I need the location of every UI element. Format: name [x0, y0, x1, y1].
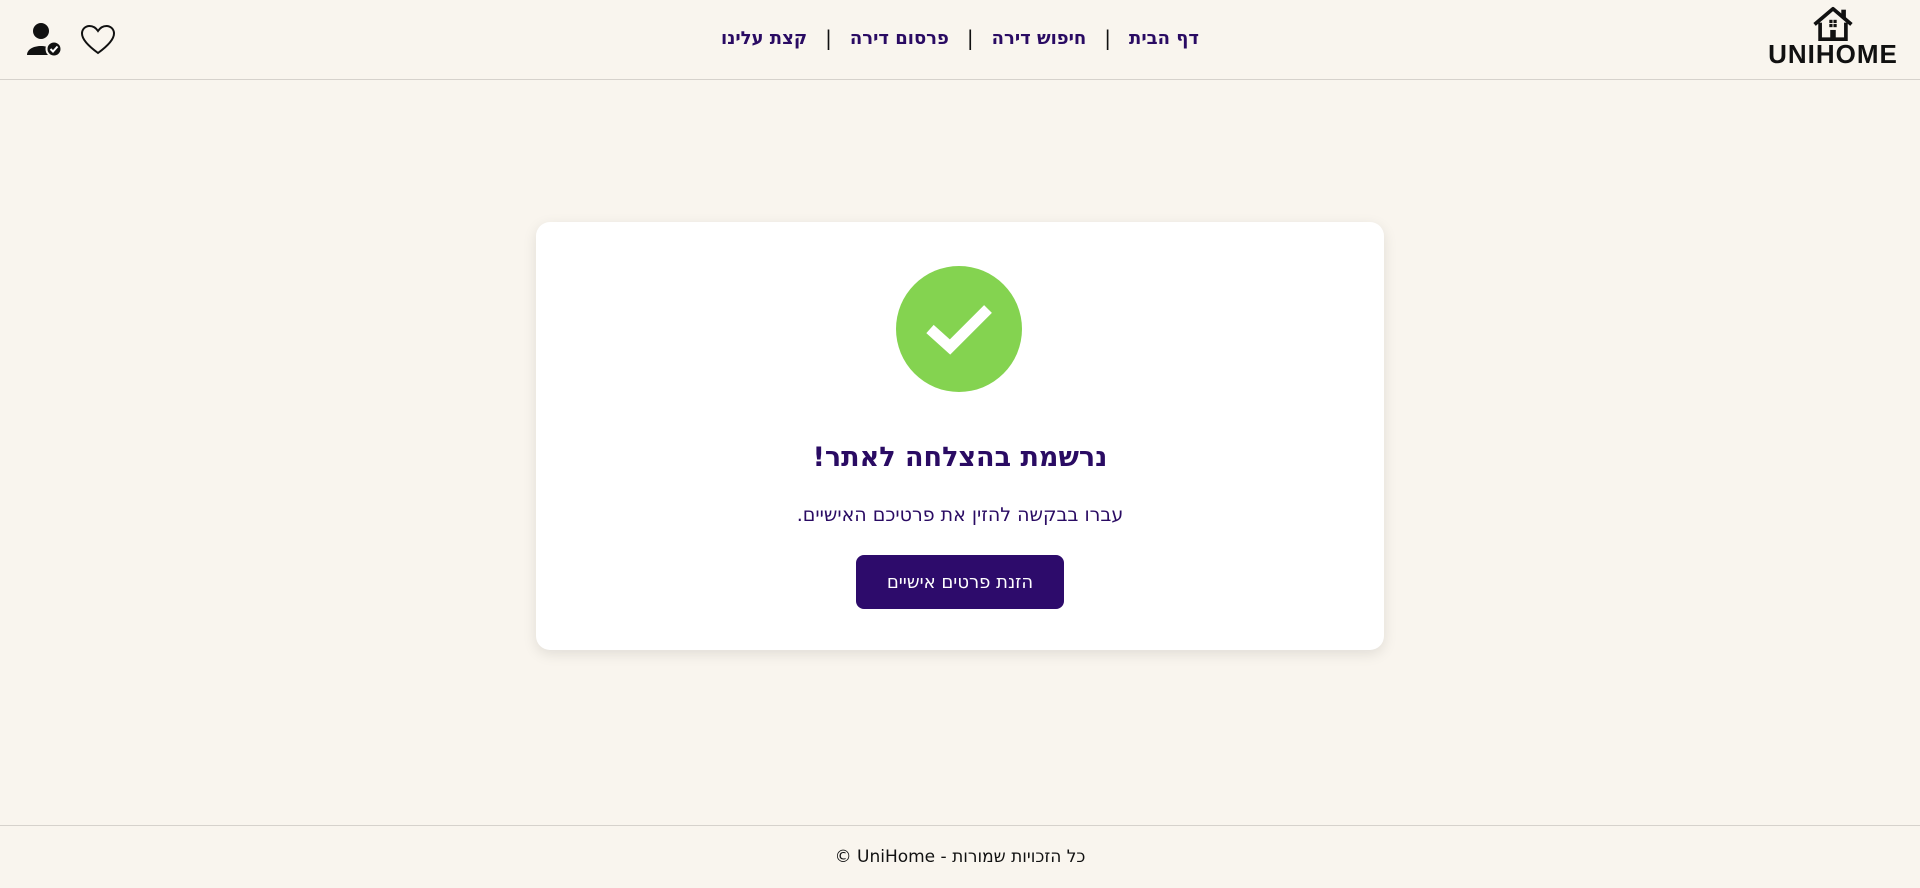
- nav-home[interactable]: דף הבית: [1129, 28, 1199, 49]
- nav-publish-apartment[interactable]: פרסום דירה: [850, 28, 949, 49]
- house-logo-icon: [1813, 6, 1853, 41]
- nav-separator: |: [1104, 26, 1112, 50]
- copyright-text: © UniHome - כל הזכויות שמורות: [834, 847, 1086, 867]
- logo-text: UNIHOME: [1768, 39, 1898, 69]
- success-card: נרשמת בהצלחה לאתר! עברו בבקשה להזין את פ…: [536, 222, 1384, 650]
- main-nav: דף הבית | חיפוש דירה | פרסום דירה | קצת …: [0, 26, 1920, 50]
- enter-personal-details-button[interactable]: הזנת פרטים אישיים: [856, 555, 1064, 609]
- check-icon: [896, 266, 1022, 392]
- success-title: נרשמת בהצלחה לאתר!: [812, 442, 1108, 473]
- nav-separator: |: [966, 26, 974, 50]
- site-logo[interactable]: UNIHOME: [1768, 6, 1898, 70]
- site-footer: © UniHome - כל הזכויות שמורות: [0, 825, 1920, 888]
- nav-about[interactable]: קצת עלינו: [721, 28, 807, 49]
- nav-search-apartment[interactable]: חיפוש דירה: [992, 28, 1087, 49]
- nav-separator: |: [825, 26, 832, 50]
- site-header: דף הבית | חיפוש דירה | פרסום דירה | קצת …: [0, 0, 1920, 80]
- success-message: עברו בבקשה להזין את פרטיכם האישיים.: [796, 504, 1124, 526]
